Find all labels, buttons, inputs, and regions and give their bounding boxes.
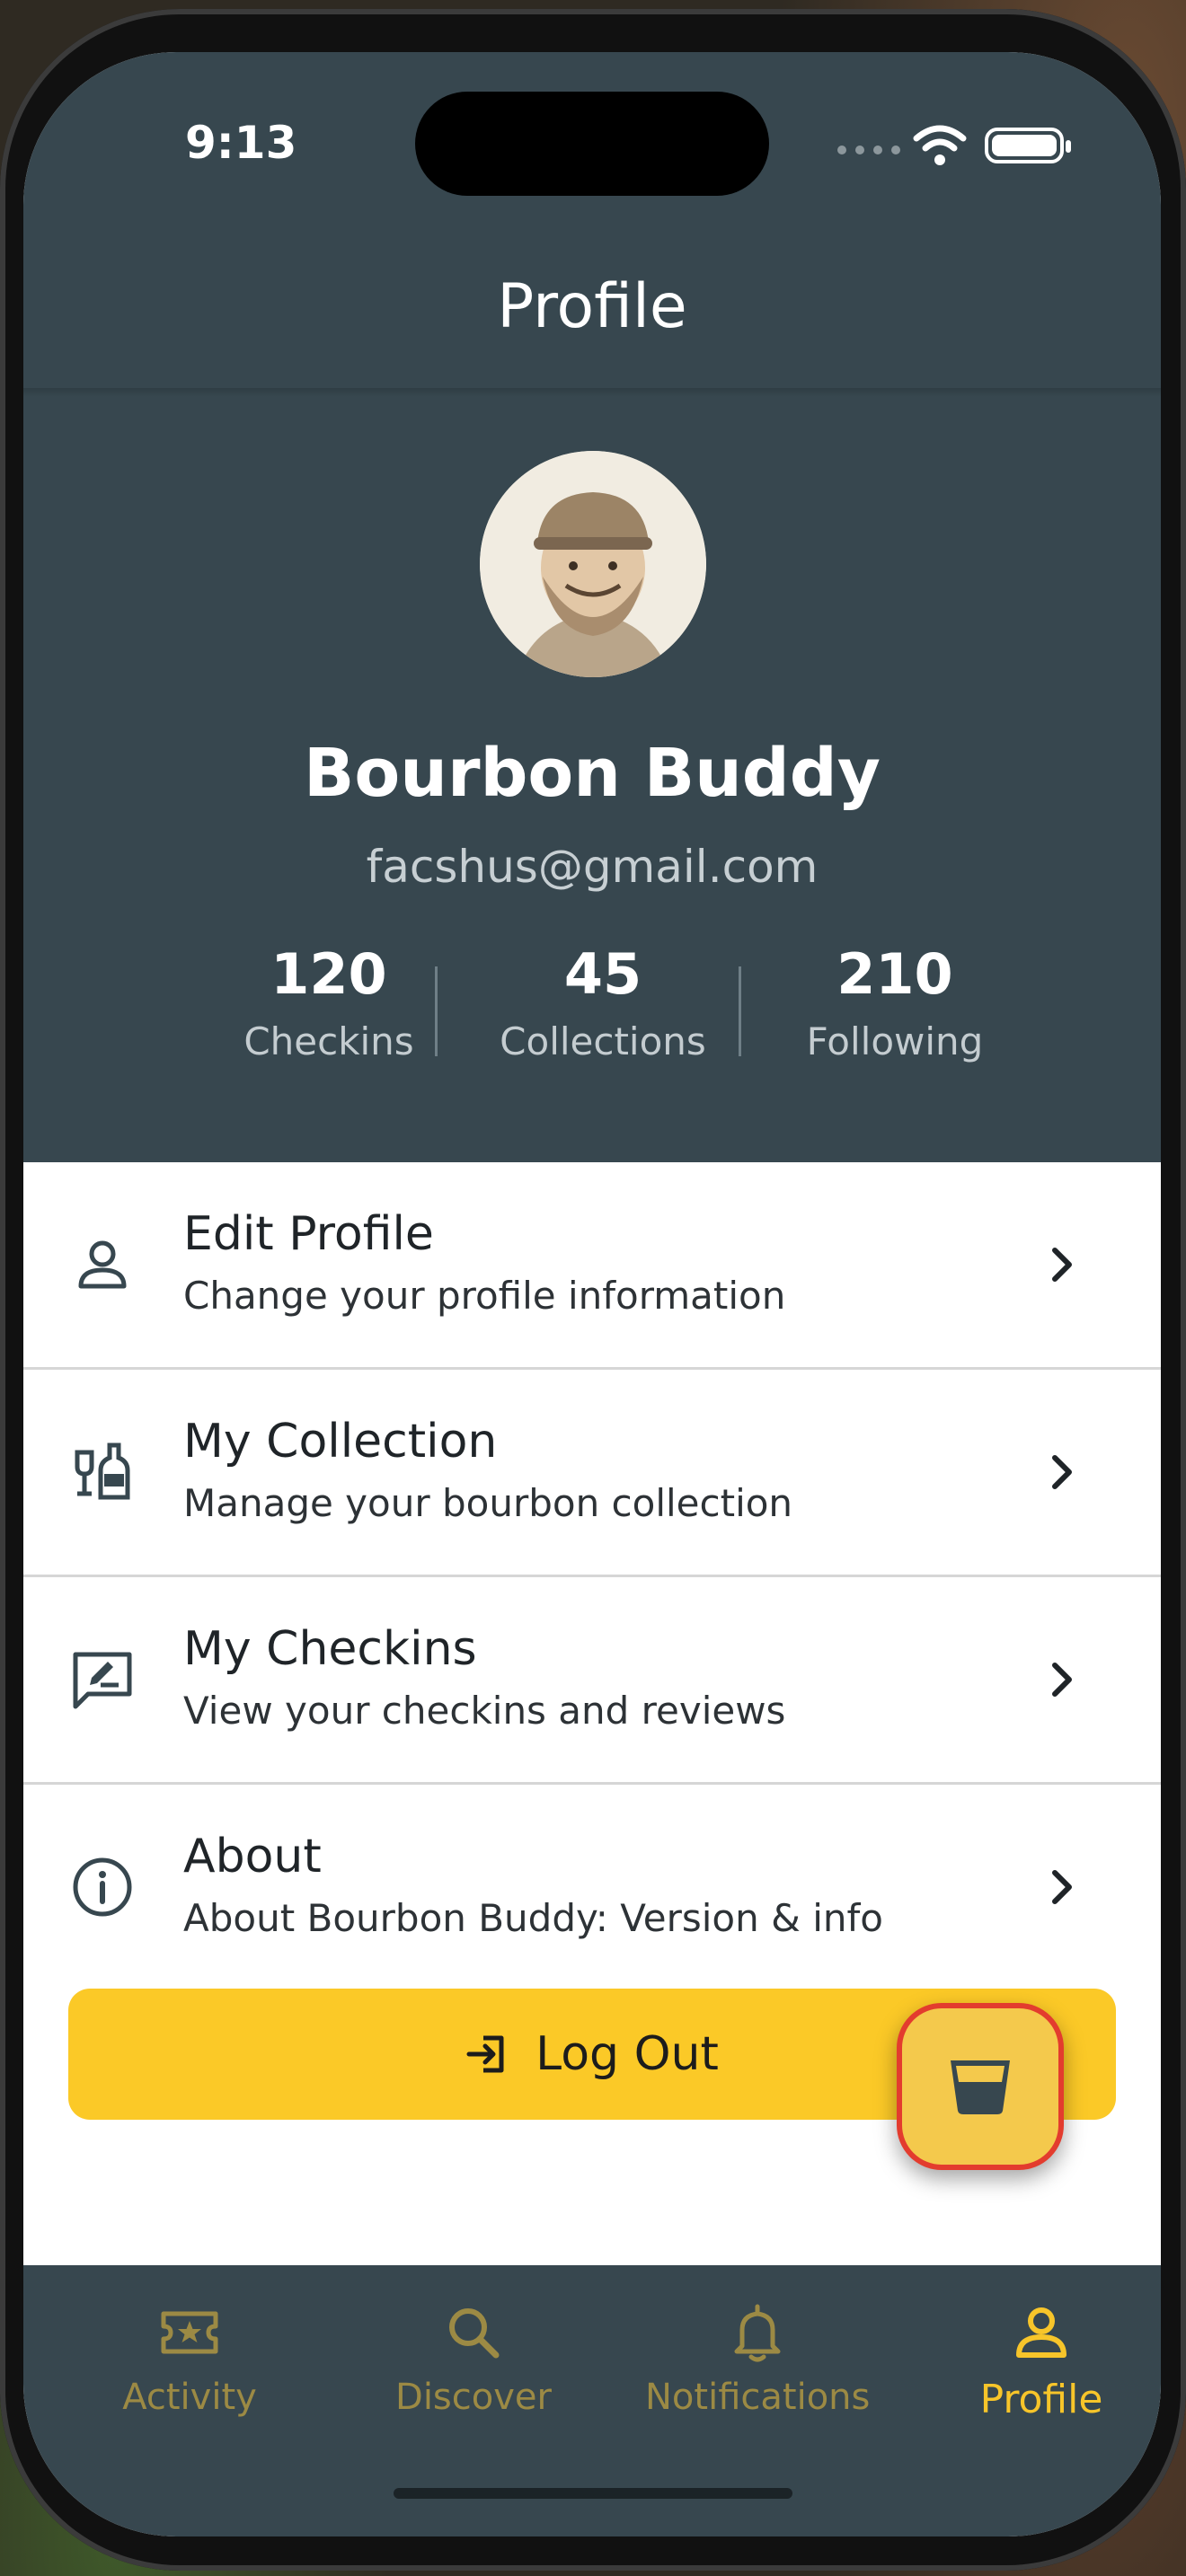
- stat-value: 210: [836, 941, 953, 1007]
- info-icon: [73, 1857, 132, 1917]
- menu-item-title: Edit Profile: [183, 1207, 434, 1261]
- menu-item-title: My Checkins: [183, 1622, 477, 1676]
- stat-value: 45: [563, 941, 642, 1007]
- tab-discover[interactable]: Discover: [361, 2301, 586, 2418]
- cellular-signal-icon: [837, 146, 900, 154]
- home-indicator[interactable]: [394, 2488, 792, 2499]
- header-divider: [23, 388, 1161, 397]
- menu-item-title: My Collection: [183, 1415, 498, 1469]
- stat-following[interactable]: 210 Following: [769, 941, 1021, 1063]
- profile-name: Bourbon Buddy: [304, 735, 881, 812]
- menu-item-my-collection[interactable]: My Collection Manage your bourbon collec…: [23, 1370, 1161, 1577]
- menu-item-subtitle: Manage your bourbon collection: [183, 1481, 793, 1525]
- stat-label: Collections: [500, 1019, 706, 1063]
- ticket-star-icon: [161, 2311, 218, 2354]
- stat-label: Checkins: [243, 1019, 414, 1063]
- profile-stats: 120 Checkins 45 Collections 210 Followin…: [23, 941, 1161, 1076]
- app-screen: 9:13 Profile Bourbon Buddy facshus@gmail…: [23, 52, 1161, 2536]
- menu-item-my-checkins[interactable]: My Checkins View your checkins and revie…: [23, 1577, 1161, 1785]
- person-icon: [78, 1240, 127, 1289]
- menu-item-about[interactable]: About About Bourbon Buddy: Version & inf…: [23, 1785, 1161, 1989]
- bell-icon: [734, 2304, 781, 2362]
- stat-collections[interactable]: 45 Collections: [473, 941, 733, 1063]
- glass-icon: [951, 2060, 1010, 2114]
- chevron-right-icon: [1052, 1870, 1072, 1904]
- tab-profile[interactable]: Profile: [929, 2301, 1154, 2422]
- tab-label: Activity: [122, 2377, 257, 2418]
- menu-item-title: About: [183, 1830, 322, 1883]
- tab-label: Discover: [395, 2377, 552, 2418]
- page-title: Profile: [497, 271, 687, 342]
- profile-email: facshus@gmail.com: [366, 841, 819, 893]
- settings-menu: Edit Profile Change your profile informa…: [23, 1162, 1161, 1989]
- logout-label: Log Out: [535, 2027, 719, 2081]
- avatar-illustration: [480, 451, 706, 677]
- wifi-icon: [913, 125, 967, 165]
- menu-item-subtitle: Change your profile information: [183, 1274, 786, 1318]
- status-bar: 9:13: [23, 52, 1161, 196]
- stat-value: 120: [270, 941, 387, 1007]
- menu-item-edit-profile[interactable]: Edit Profile Change your profile informa…: [23, 1162, 1161, 1370]
- tab-label: Notifications: [645, 2377, 871, 2418]
- avatar[interactable]: [480, 451, 706, 677]
- profile-header: 9:13 Profile Bourbon Buddy facshus@gmail…: [23, 52, 1161, 1162]
- tab-activity[interactable]: Activity: [77, 2301, 302, 2418]
- add-checkin-fab[interactable]: [897, 2003, 1064, 2170]
- review-icon: [73, 1652, 132, 1709]
- stat-label: Following: [806, 1019, 984, 1063]
- bottles-icon: [75, 1442, 130, 1500]
- menu-item-subtitle: View your checkins and reviews: [183, 1689, 786, 1733]
- stat-divider: [739, 966, 741, 1056]
- tab-label: Profile: [979, 2377, 1103, 2422]
- tab-notifications[interactable]: Notifications: [645, 2301, 870, 2418]
- stat-checkins[interactable]: 120 Checkins: [212, 941, 446, 1063]
- menu-item-subtitle: About Bourbon Buddy: Version & info: [183, 1896, 883, 1940]
- status-time: 9:13: [185, 117, 297, 169]
- logout-icon: [466, 2035, 504, 2073]
- search-icon: [449, 2308, 500, 2359]
- chevron-right-icon: [1052, 1663, 1072, 1697]
- person-icon: [1016, 2307, 1067, 2358]
- battery-icon: [985, 128, 1071, 163]
- stat-divider: [435, 966, 438, 1056]
- dynamic-island: [415, 92, 769, 196]
- chevron-right-icon: [1052, 1248, 1072, 1282]
- chevron-right-icon: [1052, 1455, 1072, 1489]
